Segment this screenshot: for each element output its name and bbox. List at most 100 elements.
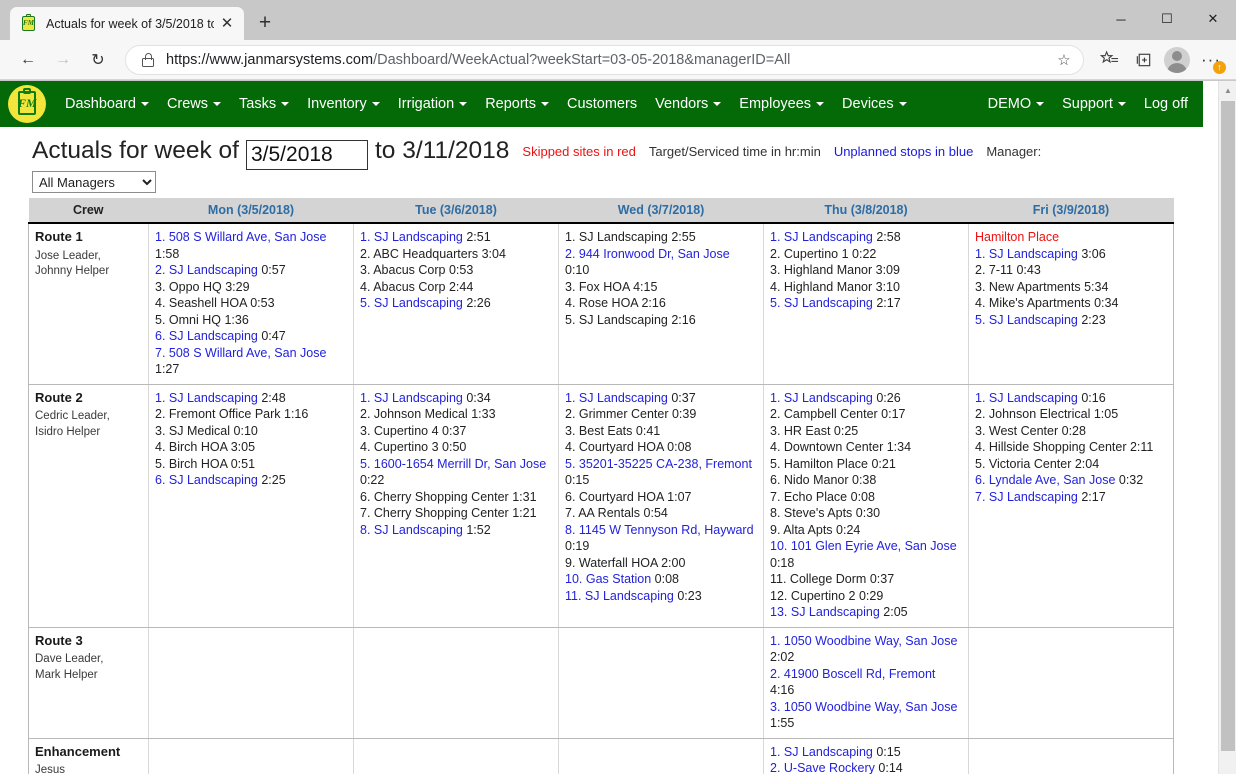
stop-entry[interactable]: 3. Fox HOA 4:15 [565, 279, 757, 296]
stop-entry[interactable]: 2. Johnson Electrical 1:05 [975, 406, 1167, 423]
stop-entry[interactable]: 7. SJ Landscaping 2:17 [975, 489, 1167, 506]
stop-entry[interactable]: 6. SJ Landscaping 2:25 [155, 472, 347, 489]
collections-icon[interactable] [1126, 43, 1160, 77]
nav-item-inventory[interactable]: Inventory [298, 90, 389, 118]
address-bar[interactable]: https://www.janmarsystems.com/Dashboard/… [125, 44, 1084, 75]
stop-entry[interactable]: 4. Hillside Shopping Center 2:11 [975, 439, 1167, 456]
stop-entry[interactable]: 1. SJ Landscaping 0:15 [770, 744, 962, 761]
stop-entry[interactable]: 9. Waterfall HOA 2:00 [565, 555, 757, 572]
stop-entry[interactable]: 2. SJ Landscaping 0:57 [155, 262, 347, 279]
stop-entry[interactable]: 10. Gas Station 0:08 [565, 571, 757, 588]
stop-entry[interactable]: 4. Courtyard HOA 0:08 [565, 439, 757, 456]
stop-entry[interactable]: 11. SJ Landscaping 0:23 [565, 588, 757, 605]
stop-entry[interactable]: 3. Cupertino 4 0:37 [360, 423, 552, 440]
column-header-mon-3-5-2018[interactable]: Mon (3/5/2018) [148, 198, 354, 224]
nav-item-crews[interactable]: Crews [158, 90, 230, 118]
vertical-scrollbar[interactable]: ▲ [1218, 81, 1236, 774]
stop-entry[interactable]: 2. Cupertino 1 0:22 [770, 246, 962, 263]
stop-entry[interactable]: 5. Omni HQ 1:36 [155, 312, 347, 329]
favorites-list-icon[interactable] [1092, 43, 1126, 77]
stop-entry[interactable]: 2. U-Save Rockery 0:14 [770, 760, 962, 774]
stop-entry[interactable]: 2. Johnson Medical 1:33 [360, 406, 552, 423]
stop-entry[interactable]: 1. 1050 Woodbine Way, San Jose 2:02 [770, 633, 962, 666]
stop-entry[interactable]: 6. Nido Manor 0:38 [770, 472, 962, 489]
stop-entry[interactable]: 1. SJ Landscaping 0:37 [565, 390, 757, 407]
stop-entry[interactable]: 3. New Apartments 5:34 [975, 279, 1167, 296]
more-settings-button[interactable]: ··· ↑ [1194, 43, 1228, 77]
reload-icon[interactable]: ↻ [82, 44, 114, 76]
stop-entry[interactable]: 3. Oppo HQ 3:29 [155, 279, 347, 296]
stop-entry[interactable]: 3. Abacus Corp 0:53 [360, 262, 552, 279]
bookmark-star-icon[interactable]: ☆ [1051, 47, 1077, 73]
nav-item-log-off[interactable]: Log off [1135, 90, 1197, 118]
stop-entry[interactable]: 2. 41900 Boscell Rd, Fremont 4:16 [770, 666, 962, 699]
stop-entry[interactable]: 5. 35201-35225 CA-238, Fremont 0:15 [565, 456, 757, 489]
nav-item-irrigation[interactable]: Irrigation [389, 90, 476, 118]
stop-entry[interactable]: 7. AA Rentals 0:54 [565, 505, 757, 522]
stop-entry[interactable]: 4. Highland Manor 3:10 [770, 279, 962, 296]
stop-entry[interactable]: 3. West Center 0:28 [975, 423, 1167, 440]
stop-entry[interactable]: 12. Cupertino 2 0:29 [770, 588, 962, 605]
nav-item-support[interactable]: Support [1053, 90, 1135, 118]
stop-entry[interactable]: 6. SJ Landscaping 0:47 [155, 328, 347, 345]
stop-entry[interactable]: 5. Birch HOA 0:51 [155, 456, 347, 473]
stop-entry[interactable]: 1. SJ Landscaping 0:34 [360, 390, 552, 407]
stop-entry[interactable]: 4. Cupertino 3 0:50 [360, 439, 552, 456]
stop-entry[interactable]: 8. Steve's Apts 0:30 [770, 505, 962, 522]
stop-entry[interactable]: 3. Best Eats 0:41 [565, 423, 757, 440]
stop-entry[interactable]: 6. Cherry Shopping Center 1:31 [360, 489, 552, 506]
skipped-site[interactable]: Hamilton Place [975, 229, 1167, 246]
stop-entry[interactable]: 4. Abacus Corp 2:44 [360, 279, 552, 296]
stop-entry[interactable]: 8. 1145 W Tennyson Rd, Hayward 0:19 [565, 522, 757, 555]
stop-entry[interactable]: 2. 7-11 0:43 [975, 262, 1167, 279]
stop-entry[interactable]: 3. HR East 0:25 [770, 423, 962, 440]
stop-entry[interactable]: 2. 944 Ironwood Dr, San Jose 0:10 [565, 246, 757, 279]
stop-entry[interactable]: 7. Echo Place 0:08 [770, 489, 962, 506]
profile-button[interactable] [1160, 43, 1194, 77]
column-header-wed-3-7-2018[interactable]: Wed (3/7/2018) [558, 198, 764, 224]
stop-entry[interactable]: 5. SJ Landscaping 2:26 [360, 295, 552, 312]
stop-entry[interactable]: 5. SJ Landscaping 2:17 [770, 295, 962, 312]
stop-entry[interactable]: 5. SJ Landscaping 2:16 [565, 312, 757, 329]
stop-entry[interactable]: 5. 1600-1654 Merrill Dr, San Jose 0:22 [360, 456, 552, 489]
janmar-logo[interactable]: FM [8, 85, 46, 123]
column-header-fri-3-9-2018[interactable]: Fri (3/9/2018) [968, 198, 1174, 224]
stop-entry[interactable]: 1. SJ Landscaping 2:55 [565, 229, 757, 246]
stop-entry[interactable]: 4. Downtown Center 1:34 [770, 439, 962, 456]
stop-entry[interactable]: 1. SJ Landscaping 0:26 [770, 390, 962, 407]
stop-entry[interactable]: 9. Alta Apts 0:24 [770, 522, 962, 539]
scroll-up-icon[interactable]: ▲ [1219, 81, 1236, 99]
stop-entry[interactable]: 4. Seashell HOA 0:53 [155, 295, 347, 312]
stop-entry[interactable]: 2. Campbell Center 0:17 [770, 406, 962, 423]
stop-entry[interactable]: 11. College Dorm 0:37 [770, 571, 962, 588]
nav-item-customers[interactable]: Customers [558, 90, 646, 118]
week-start-input[interactable] [245, 140, 368, 170]
stop-entry[interactable]: 5. Victoria Center 2:04 [975, 456, 1167, 473]
manager-select[interactable]: All Managers [32, 171, 156, 193]
stop-entry[interactable]: 6. Courtyard HOA 1:07 [565, 489, 757, 506]
stop-entry[interactable]: 4. Rose HOA 2:16 [565, 295, 757, 312]
stop-entry[interactable]: 3. SJ Medical 0:10 [155, 423, 347, 440]
column-header-thu-3-8-2018[interactable]: Thu (3/8/2018) [763, 198, 969, 224]
nav-item-demo[interactable]: DEMO [979, 90, 1054, 118]
maximize-icon[interactable]: ☐ [1144, 0, 1190, 38]
stop-entry[interactable]: 7. Cherry Shopping Center 1:21 [360, 505, 552, 522]
stop-entry[interactable]: 3. Highland Manor 3:09 [770, 262, 962, 279]
stop-entry[interactable]: 7. 508 S Willard Ave, San Jose 1:27 [155, 345, 347, 378]
stop-entry[interactable]: 6. Lyndale Ave, San Jose 0:32 [975, 472, 1167, 489]
stop-entry[interactable]: 4. Mike's Apartments 0:34 [975, 295, 1167, 312]
stop-entry[interactable]: 1. SJ Landscaping 2:48 [155, 390, 347, 407]
stop-entry[interactable]: 8. SJ Landscaping 1:52 [360, 522, 552, 539]
stop-entry[interactable]: 1. 508 S Willard Ave, San Jose 1:58 [155, 229, 347, 262]
forward-icon[interactable]: → [47, 44, 79, 76]
scrollbar-thumb[interactable] [1221, 101, 1235, 751]
nav-item-devices[interactable]: Devices [833, 90, 916, 118]
new-tab-button[interactable]: + [250, 8, 280, 38]
stop-entry[interactable]: 1. SJ Landscaping 3:06 [975, 246, 1167, 263]
nav-item-vendors[interactable]: Vendors [646, 90, 730, 118]
stop-entry[interactable]: 1. SJ Landscaping 2:58 [770, 229, 962, 246]
stop-entry[interactable]: 1. SJ Landscaping 0:16 [975, 390, 1167, 407]
nav-item-tasks[interactable]: Tasks [230, 90, 298, 118]
nav-item-dashboard[interactable]: Dashboard [56, 90, 158, 118]
stop-entry[interactable]: 5. Hamilton Place 0:21 [770, 456, 962, 473]
